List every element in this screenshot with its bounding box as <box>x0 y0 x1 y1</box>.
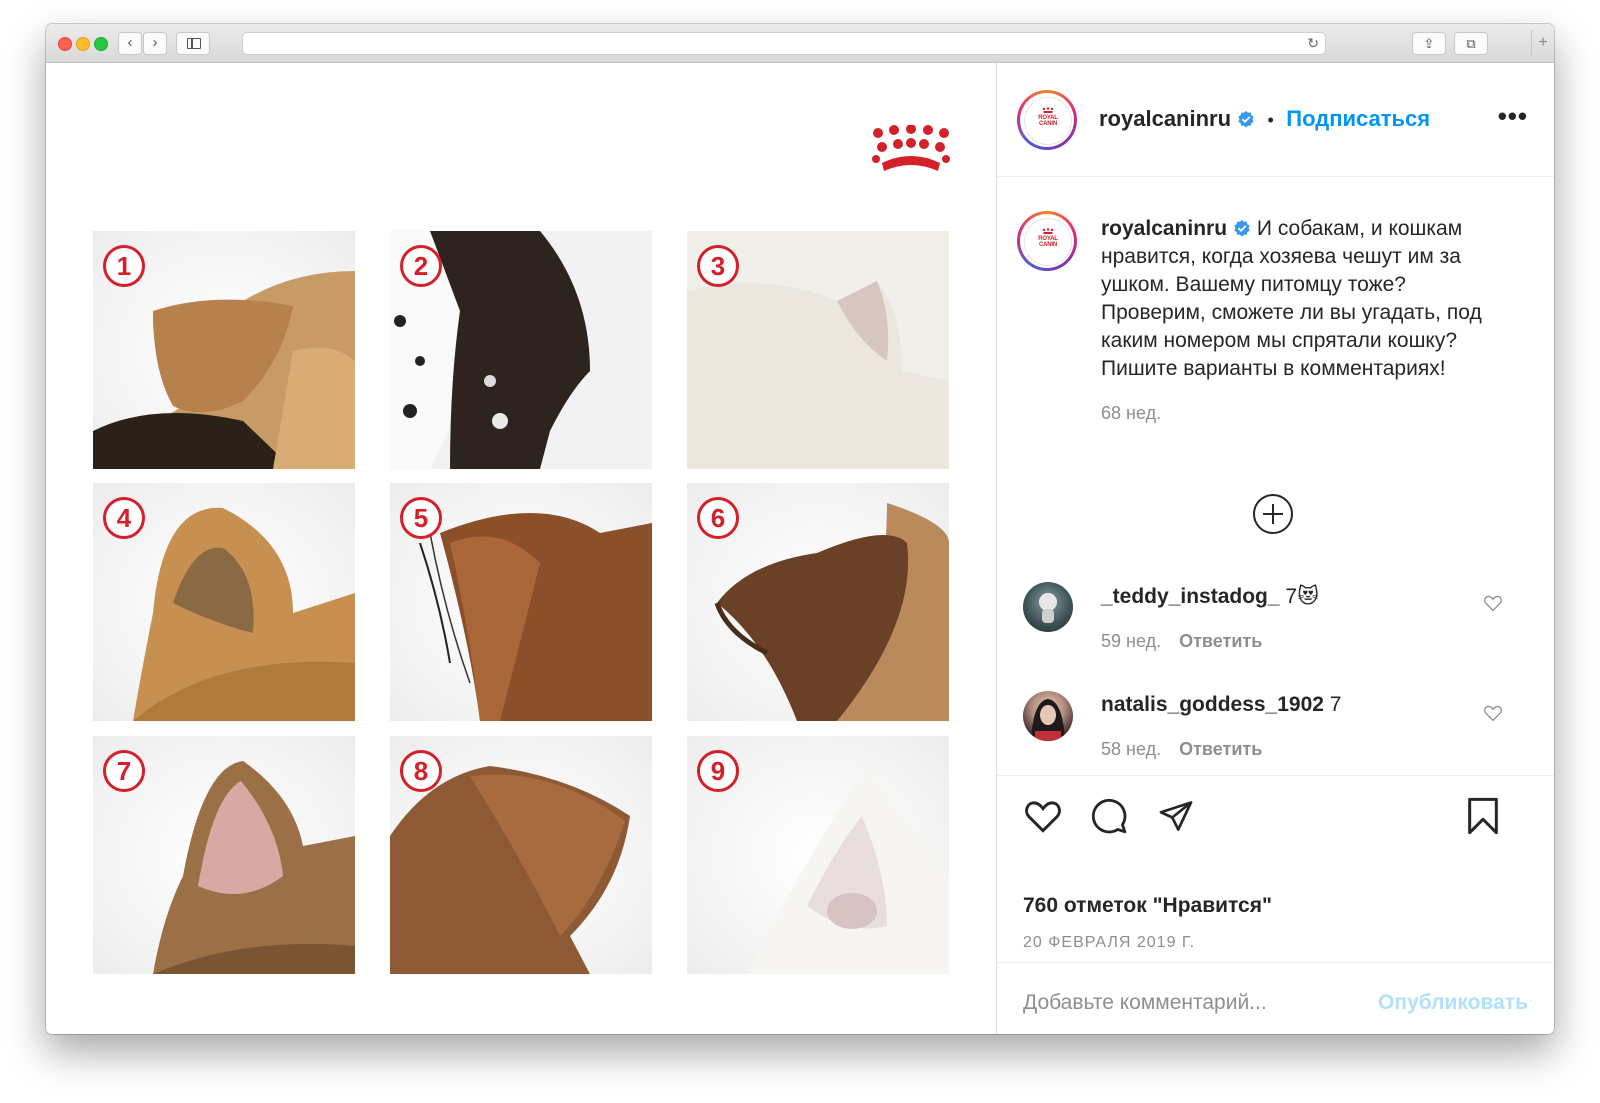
tile-number-badge: 7 <box>103 750 145 792</box>
post-side-panel: ROYAL CANIN royalcaninru • Подписаться •… <box>997 63 1554 1034</box>
header-title-row: royalcaninru • Подписаться <box>1099 106 1430 132</box>
load-more-comments-button[interactable] <box>1253 494 1293 534</box>
back-button[interactable]: ‹ <box>118 32 142 55</box>
more-options-button[interactable]: ••• <box>1498 101 1528 132</box>
ear-photo-tile[interactable]: 6 <box>687 483 949 721</box>
reply-button[interactable]: Ответить <box>1179 631 1262 651</box>
commenter-avatar[interactable] <box>1023 582 1073 632</box>
publish-button[interactable]: Опубликовать <box>1378 991 1528 1015</box>
address-bar[interactable]: ↻ <box>242 32 1326 55</box>
woman-avatar-image <box>1031 699 1065 741</box>
commenter-avatar[interactable] <box>1023 691 1073 741</box>
comment-body: natalis_goddess_1902 7 <box>1101 693 1341 717</box>
add-comment-bar: Добавьте комментарий... Опубликовать <box>997 962 1554 1034</box>
caption-username-link[interactable]: royalcaninru <box>1101 217 1227 240</box>
ear-photo-tile[interactable]: 1 <box>93 231 355 469</box>
avatar-logo-text: ROYAL CANIN <box>1038 115 1058 127</box>
like-heart-icon[interactable] <box>1023 798 1063 834</box>
post-caption: royalcaninru И собакам, и кошкам нравитс… <box>1101 215 1511 427</box>
comment-username-link[interactable]: natalis_goddess_1902 <box>1101 693 1324 716</box>
follow-button[interactable]: Подписаться <box>1286 106 1430 131</box>
comment-input[interactable]: Добавьте комментарий... <box>1023 991 1267 1015</box>
verified-badge-icon <box>1234 219 1250 237</box>
ear-photo-tile[interactable]: 5 <box>390 483 652 721</box>
like-comment-heart-icon[interactable] <box>1483 594 1503 612</box>
tile-number-badge: 5 <box>400 497 442 539</box>
post-date: 20 ФЕВРАЛЯ 2019 Г. <box>1023 934 1196 951</box>
verified-badge-icon <box>1238 110 1254 128</box>
comment-meta: 58 нед. Ответить <box>1101 739 1262 760</box>
comment-text: 7 <box>1285 585 1298 608</box>
forward-button[interactable]: › <box>143 32 167 55</box>
show-tabs-button[interactable]: ⧉ <box>1454 32 1488 55</box>
royal-canin-crown-logo <box>872 125 950 171</box>
new-tab-button[interactable]: + <box>1531 30 1554 56</box>
close-window-button[interactable] <box>58 37 72 51</box>
comment-bubble-icon[interactable] <box>1089 797 1129 835</box>
post-header: ROYAL CANIN royalcaninru • Подписаться •… <box>997 63 1554 177</box>
share-button[interactable]: ⇪ <box>1412 32 1446 55</box>
browser-window: ‹ › ↻ ⇪ ⧉ + 1 2 3 4 5 6 7 8 9 ROYAL CANI… <box>46 24 1554 1034</box>
comment-text: 7 <box>1329 693 1342 716</box>
page-content: 1 2 3 4 5 6 7 8 9 ROYAL CANIN royalcanin… <box>46 63 1554 1034</box>
ear-photo-tile[interactable]: 4 <box>93 483 355 721</box>
minimize-window-button[interactable] <box>76 37 90 51</box>
comment-username-link[interactable]: _teddy_instadog_ <box>1101 585 1280 608</box>
comment-timestamp: 58 нед. <box>1101 739 1162 759</box>
ear-photo-tile[interactable]: 7 <box>93 736 355 974</box>
comment-meta: 59 нед. Ответить <box>1101 631 1262 652</box>
sidebar-icon <box>187 38 201 49</box>
ear-photo-tile[interactable]: 9 <box>687 736 949 974</box>
caption-text: И собакам, и кошкам нравится, когда хозя… <box>1101 217 1482 380</box>
tile-number-badge: 6 <box>697 497 739 539</box>
post-image[interactable]: 1 2 3 4 5 6 7 8 9 <box>46 63 996 1034</box>
caption-timestamp: 68 нед. <box>1101 403 1162 423</box>
tile-number-badge: 1 <box>103 245 145 287</box>
post-actions-section: 760 отметок "Нравится" 20 ФЕВРАЛЯ 2019 Г… <box>997 775 1554 1034</box>
reply-button[interactable]: Ответить <box>1179 739 1262 759</box>
ear-photo-tile[interactable]: 2 <box>390 231 652 469</box>
reload-icon[interactable]: ↻ <box>1307 33 1319 54</box>
likes-count[interactable]: 760 отметок "Нравится" <box>1023 894 1272 918</box>
browser-toolbar: ‹ › ↻ ⇪ ⧉ + <box>46 24 1554 63</box>
tile-number-badge: 4 <box>103 497 145 539</box>
comment-body: _teddy_instadog_ 7😻 <box>1101 584 1319 609</box>
save-bookmark-icon[interactable] <box>1465 796 1501 836</box>
like-comment-heart-icon[interactable] <box>1483 704 1503 722</box>
ear-photo-tile[interactable]: 8 <box>390 736 652 974</box>
crown-icon <box>1042 107 1054 113</box>
heart-eyes-cat-emoji: 😻 <box>1297 585 1319 608</box>
avatar-logo-text: ROYAL CANIN <box>1038 236 1058 248</box>
ear-photo-tile[interactable]: 3 <box>687 231 949 469</box>
comments-scroll-area[interactable]: ROYAL CANIN royalcaninru И собакам, и ко… <box>997 177 1554 775</box>
tile-number-badge: 2 <box>400 245 442 287</box>
tile-number-badge: 3 <box>697 245 739 287</box>
zoom-window-button[interactable] <box>94 37 108 51</box>
crown-icon <box>1042 228 1054 234</box>
author-avatar[interactable]: ROYAL CANIN <box>1017 90 1077 150</box>
tile-number-badge: 8 <box>400 750 442 792</box>
header-separator: • <box>1267 110 1274 130</box>
caption-avatar[interactable]: ROYAL CANIN <box>1017 211 1077 271</box>
comment-timestamp: 59 нед. <box>1101 631 1162 651</box>
tile-number-badge: 9 <box>697 750 739 792</box>
dog-avatar-image <box>1039 593 1057 623</box>
share-send-icon[interactable] <box>1157 798 1195 834</box>
sidebar-toggle-button[interactable] <box>176 32 210 55</box>
author-username-link[interactable]: royalcaninru <box>1099 106 1231 131</box>
